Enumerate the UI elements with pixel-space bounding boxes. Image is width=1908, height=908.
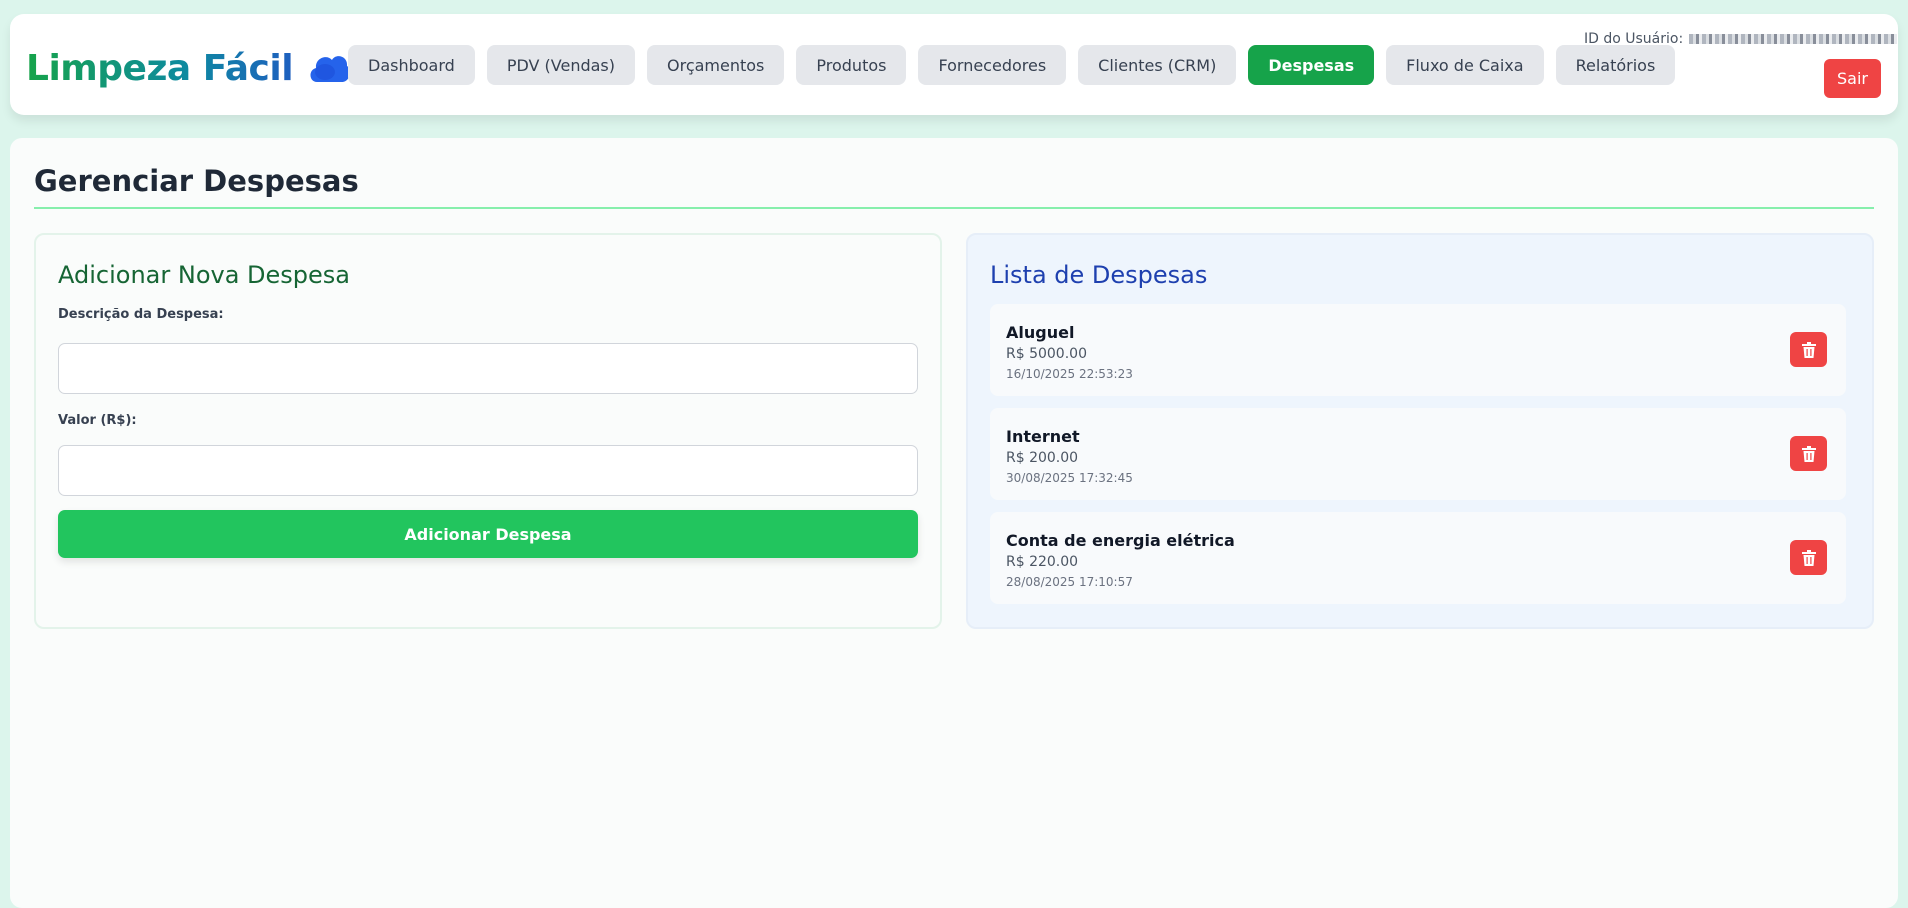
expense-list-title: Lista de Despesas <box>990 261 1208 289</box>
title-divider <box>34 207 1874 209</box>
expense-name: Aluguel <box>1006 323 1075 342</box>
trash-icon <box>1801 445 1816 462</box>
expense-date: 16/10/2025 22:53:23 <box>1006 367 1133 381</box>
expense-date: 28/08/2025 17:10:57 <box>1006 575 1133 589</box>
expense-item: Aluguel R$ 5000.00 16/10/2025 22:53:23 <box>990 304 1846 396</box>
logout-button[interactable]: Sair <box>1824 59 1881 98</box>
add-expense-title: Adicionar Nova Despesa <box>58 261 350 289</box>
delete-expense-button[interactable] <box>1790 540 1827 575</box>
nav-orcamentos[interactable]: Orçamentos <box>647 45 785 85</box>
main-nav: Dashboard PDV (Vendas) Orçamentos Produt… <box>348 45 1676 85</box>
value-input[interactable] <box>58 445 918 496</box>
trash-icon <box>1801 341 1816 358</box>
expense-name: Internet <box>1006 427 1080 446</box>
nav-relatorios[interactable]: Relatórios <box>1555 45 1676 85</box>
user-id-label: ID do Usuário: <box>1584 31 1684 47</box>
nav-fluxo-de-caixa[interactable]: Fluxo de Caixa <box>1386 45 1544 85</box>
expense-name: Conta de energia elétrica <box>1006 531 1235 550</box>
add-expense-card: Adicionar Nova Despesa Descrição da Desp… <box>34 233 942 629</box>
expense-list-card: Lista de Despesas Aluguel R$ 5000.00 16/… <box>966 233 1874 629</box>
value-label: Valor (R$): <box>58 413 137 428</box>
add-expense-button[interactable]: Adicionar Despesa <box>58 510 918 558</box>
expense-item: Conta de energia elétrica R$ 220.00 28/0… <box>990 512 1846 604</box>
expense-value: R$ 220.00 <box>1006 554 1079 570</box>
expense-value: R$ 5000.00 <box>1006 346 1087 362</box>
nav-despesas[interactable]: Despesas <box>1248 45 1375 85</box>
nav-clientes-crm[interactable]: Clientes (CRM) <box>1078 45 1237 85</box>
expense-item: Internet R$ 200.00 30/08/2025 17:32:45 <box>990 408 1846 500</box>
trash-icon <box>1801 549 1816 566</box>
nav-pdv-vendas[interactable]: PDV (Vendas) <box>486 45 635 85</box>
nav-fornecedores[interactable]: Fornecedores <box>918 45 1067 85</box>
delete-expense-button[interactable] <box>1790 332 1827 367</box>
description-input[interactable] <box>58 343 918 394</box>
user-id: ID do Usuário: <box>1584 31 1898 47</box>
expense-date: 30/08/2025 17:32:45 <box>1006 471 1133 485</box>
expense-value: R$ 200.00 <box>1006 450 1079 466</box>
delete-expense-button[interactable] <box>1790 436 1827 471</box>
nav-produtos[interactable]: Produtos <box>796 45 907 85</box>
top-header: Limpeza Fácil Dashboard PDV (Vendas) Orç… <box>10 14 1898 115</box>
brand: Limpeza Fácil <box>26 44 351 92</box>
main-content: Gerenciar Despesas Adicionar Nova Despes… <box>10 138 1898 908</box>
nav-dashboard[interactable]: Dashboard <box>348 45 475 85</box>
brand-name: Limpeza Fácil <box>26 47 294 89</box>
page-title: Gerenciar Despesas <box>34 164 359 198</box>
user-id-redacted <box>1689 34 1898 44</box>
description-label: Descrição da Despesa: <box>58 307 224 322</box>
cloud-icon <box>310 56 351 82</box>
